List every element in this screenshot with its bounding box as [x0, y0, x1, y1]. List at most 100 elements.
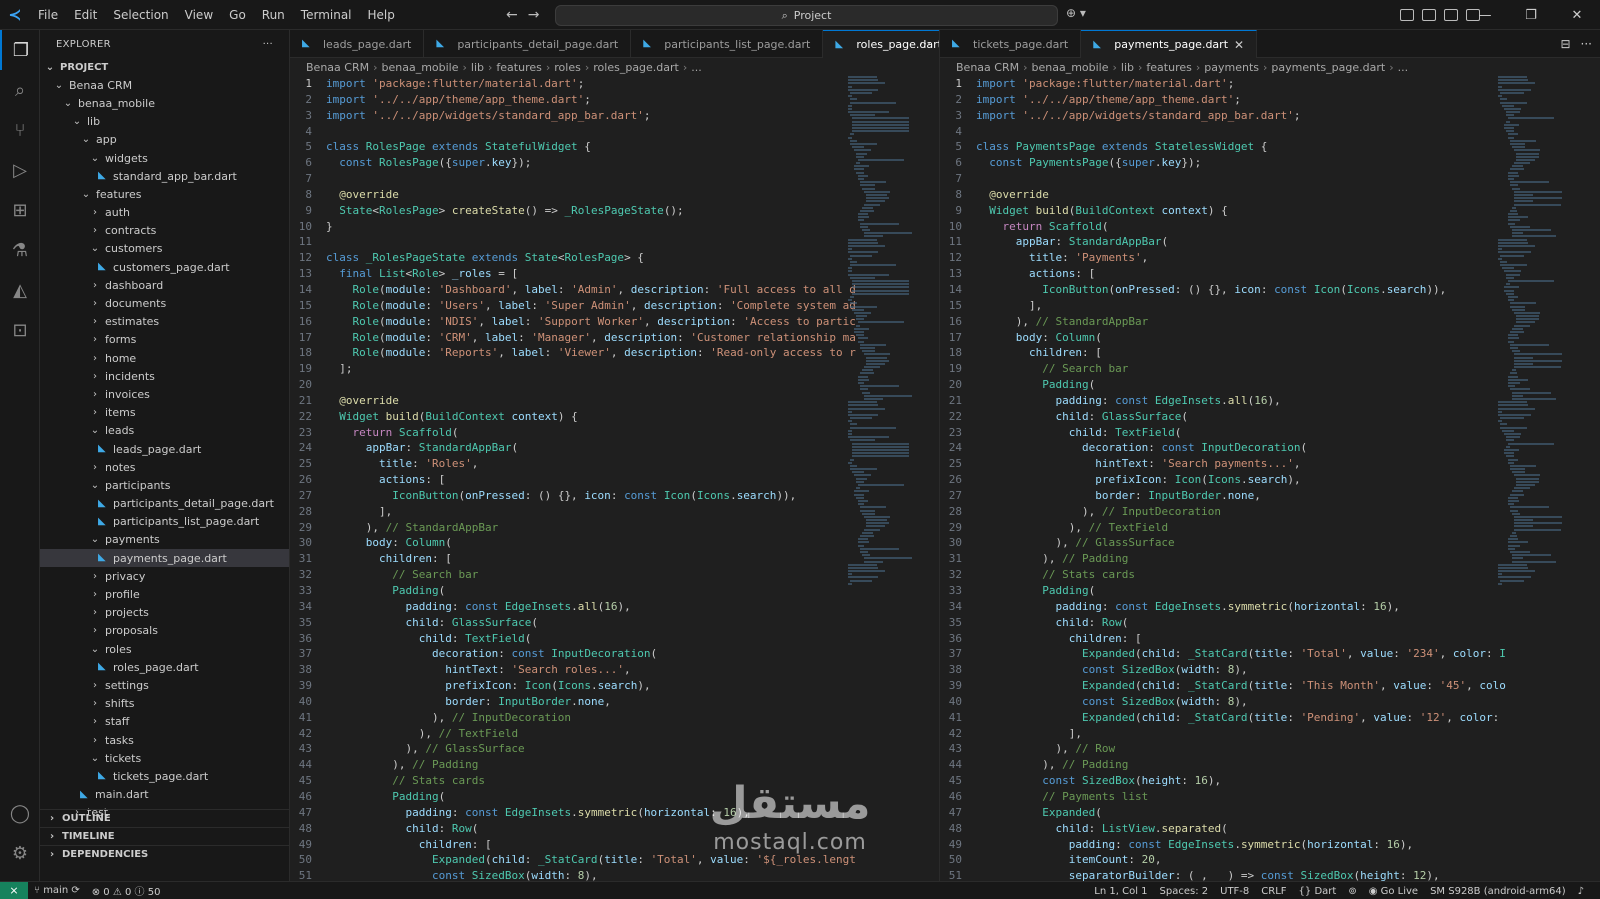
problems-indicator[interactable]: ⊗ 0 ⚠ 0 ⓘ 50	[86, 883, 167, 898]
search-icon[interactable]: ⌕	[0, 70, 40, 110]
menu-file[interactable]: File	[30, 0, 66, 30]
tree-folder[interactable]: › proposals	[40, 622, 289, 640]
close-tab-icon[interactable]: ✕	[1234, 38, 1244, 52]
tree-file[interactable]: ◣ tickets_page.dart	[40, 767, 289, 785]
menu-go[interactable]: Go	[221, 0, 254, 30]
tree-folder[interactable]: › staff	[40, 713, 289, 731]
menu-selection[interactable]: Selection	[105, 0, 176, 30]
go-live-button[interactable]: ◉ Go Live	[1363, 886, 1424, 897]
tree-folder[interactable]: ⌄ app	[40, 131, 289, 149]
broadcast-icon[interactable]: ⊚	[1342, 886, 1362, 897]
tree-folder[interactable]: › notes	[40, 458, 289, 476]
tree-folder[interactable]: › settings	[40, 676, 289, 694]
section-dependencies[interactable]: › DEPENDENCIES	[40, 845, 289, 863]
tree-file[interactable]: ◣ main.dart	[40, 786, 289, 804]
tree-folder[interactable]: › items	[40, 404, 289, 422]
source-control-icon[interactable]: ⑂	[0, 110, 40, 150]
encoding[interactable]: UTF-8	[1214, 886, 1255, 897]
tree-section[interactable]: ⌄ PROJECT	[40, 58, 289, 76]
menu-help[interactable]: Help	[360, 0, 403, 30]
language-mode[interactable]: {} Dart	[1293, 886, 1343, 897]
menu-view[interactable]: View	[177, 0, 221, 30]
tree-folder[interactable]: › tasks	[40, 731, 289, 749]
end-of-line[interactable]: CRLF	[1255, 886, 1292, 897]
breadcrumb-item[interactable]: roles_page.dart	[593, 61, 679, 74]
more-actions-icon[interactable]: ···	[920, 37, 931, 51]
menu-run[interactable]: Run	[254, 0, 293, 30]
tree-folder[interactable]: ⌄ customers	[40, 240, 289, 258]
tree-file[interactable]: ◣ customers_page.dart	[40, 258, 289, 276]
section-timeline[interactable]: › TIMELINE	[40, 827, 289, 845]
tree-file[interactable]: ◣ participants_detail_page.dart	[40, 495, 289, 513]
code-editor-left[interactable]: 1 import 'package:flutter/material.dart';…	[290, 76, 856, 881]
customize-layout-icon[interactable]	[1400, 9, 1414, 21]
more-actions-icon[interactable]: ···	[263, 39, 273, 50]
breadcrumb-item[interactable]: ...	[1398, 61, 1409, 74]
tree-folder[interactable]: ⌄ payments	[40, 531, 289, 549]
breadcrumb-item[interactable]: Benaa CRM	[306, 61, 369, 74]
breadcrumb-item[interactable]: lib	[471, 61, 484, 74]
menu-terminal[interactable]: Terminal	[293, 0, 360, 30]
tree-folder[interactable]: › estimates	[40, 313, 289, 331]
minimize-button[interactable]: —	[1462, 0, 1508, 30]
close-window-button[interactable]: ✕	[1554, 0, 1600, 30]
breadcrumb-item[interactable]: features	[496, 61, 541, 74]
breadcrumb-item[interactable]: benaa_mobile	[1031, 61, 1108, 74]
indentation[interactable]: Spaces: 2	[1154, 886, 1215, 897]
flutter-icon[interactable]: ◭	[0, 270, 40, 310]
tree-folder[interactable]: › profile	[40, 585, 289, 603]
testing-icon[interactable]: ⚗	[0, 230, 40, 270]
notifications-bell-icon[interactable]: ♪	[1572, 886, 1590, 897]
tree-folder[interactable]: › forms	[40, 331, 289, 349]
toggle-sidebar-icon[interactable]	[1422, 9, 1436, 21]
breadcrumb-item[interactable]: payments	[1204, 61, 1259, 74]
breadcrumb-item[interactable]: payments_page.dart	[1271, 61, 1385, 74]
more-actions-icon[interactable]: ···	[1581, 37, 1592, 51]
code-editor-right[interactable]: 1 import 'package:flutter/material.dart';…	[940, 76, 1506, 881]
run-debug-icon[interactable]: ▷	[0, 150, 40, 190]
tree-file[interactable]: ◣ roles_page.dart	[40, 658, 289, 676]
breadcrumb-item[interactable]: ...	[691, 61, 702, 74]
tree-file[interactable]: ◣ standard_app_bar.dart	[40, 167, 289, 185]
tree-folder[interactable]: › dashboard	[40, 276, 289, 294]
tree-folder[interactable]: ⌄ Benaa CRM	[40, 76, 289, 94]
editor-tab[interactable]: ◣ participants_detail_page.dart	[424, 30, 632, 58]
tree-file[interactable]: ◣ participants_list_page.dart	[40, 513, 289, 531]
breadcrumb-item[interactable]: features	[1146, 61, 1191, 74]
section-outline[interactable]: › OUTLINE	[40, 809, 289, 827]
tree-folder[interactable]: › incidents	[40, 367, 289, 385]
cursor-position[interactable]: Ln 1, Col 1	[1088, 886, 1153, 897]
split-editor-icon[interactable]: ⊟	[1560, 37, 1570, 51]
tree-folder[interactable]: ⌄ roles	[40, 640, 289, 658]
command-center[interactable]: ⌕ Project	[555, 5, 1058, 26]
menu-edit[interactable]: Edit	[66, 0, 105, 30]
tree-folder[interactable]: › privacy	[40, 567, 289, 585]
tree-file[interactable]: ◣ leads_page.dart	[40, 440, 289, 458]
tree-folder[interactable]: › shifts	[40, 695, 289, 713]
editor-tab[interactable]: ◣ leads_page.dart	[290, 30, 425, 58]
tree-file[interactable]: ◣ payments_page.dart	[40, 549, 289, 568]
editor-tab[interactable]: ◣ payments_page.dart ✕	[1081, 30, 1258, 58]
settings-gear-icon[interactable]: ⚙	[0, 833, 40, 873]
restore-button[interactable]: ❐	[1508, 0, 1554, 30]
tree-folder[interactable]: ⌄ features	[40, 185, 289, 203]
account-icon[interactable]: ◯	[0, 793, 40, 833]
tree-folder[interactable]: ⌄ lib	[40, 113, 289, 131]
tree-folder[interactable]: ⌄ participants	[40, 476, 289, 494]
branch-indicator[interactable]: ⑂ main ⟳	[28, 885, 86, 896]
device-selector[interactable]: SM S928B (android-arm64)	[1424, 886, 1572, 897]
breadcrumb-item[interactable]: benaa_mobile	[381, 61, 458, 74]
breadcrumb-item[interactable]: roles	[554, 61, 581, 74]
tree-folder[interactable]: › invoices	[40, 385, 289, 403]
toggle-panel-icon[interactable]	[1444, 9, 1458, 21]
remote-indicator-icon[interactable]: ⨯	[0, 881, 28, 899]
tree-folder[interactable]: ⌄ leads	[40, 422, 289, 440]
editor-tab[interactable]: ◣ participants_list_page.dart	[631, 30, 824, 58]
extensions-icon[interactable]: ⊞	[0, 190, 40, 230]
explorer-icon[interactable]: ❐	[0, 30, 40, 70]
editor-tab[interactable]: ◣ tickets_page.dart	[940, 30, 1082, 58]
tree-folder[interactable]: › projects	[40, 604, 289, 622]
forward-arrow-icon[interactable]: →	[528, 7, 540, 23]
tree-folder[interactable]: › home	[40, 349, 289, 367]
tree-folder[interactable]: ⌄ benaa_mobile	[40, 94, 289, 112]
